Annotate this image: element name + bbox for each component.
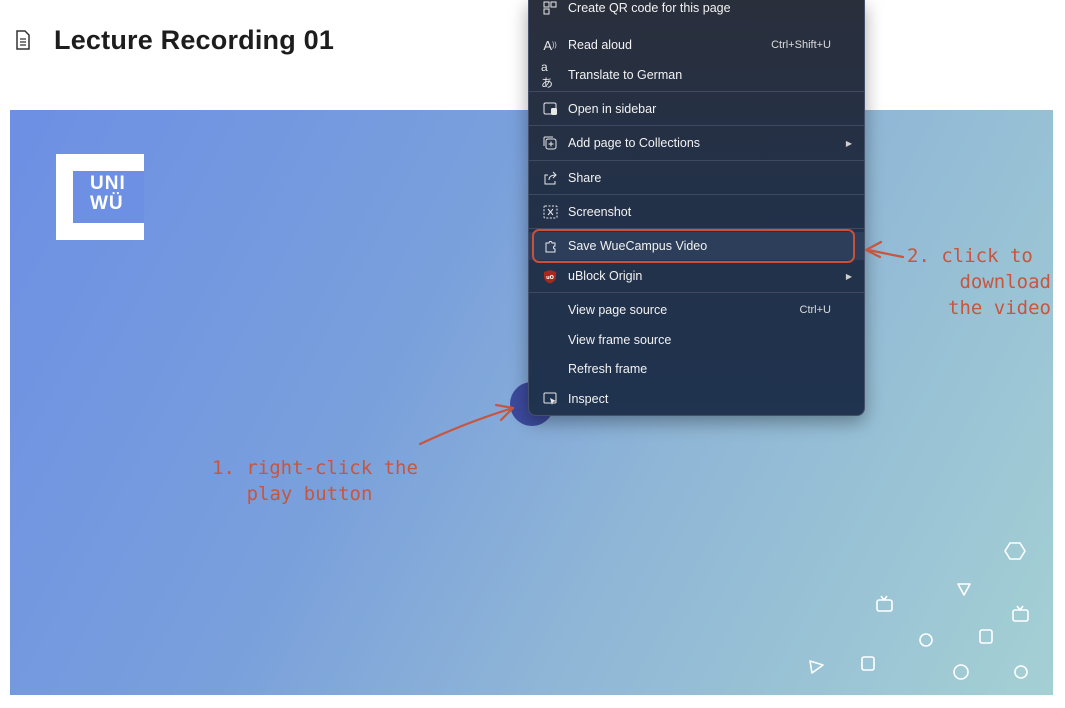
annotation-step2-line2: download [959,271,1051,293]
annotation-step-2: 2. click to download the video [905,243,1051,321]
annotation-step-1: 1. right-click the play button [212,455,418,507]
annotation-step1-line2: play button [246,483,373,505]
annotation-arrows [418,240,905,446]
arrow-to-play-button [418,406,515,446]
annotation-step1-line1: 1. right-click the [212,457,418,479]
annotation-step2-line3: the video [948,297,1051,319]
annotation-step2-line1: 2. click to [907,245,1033,267]
